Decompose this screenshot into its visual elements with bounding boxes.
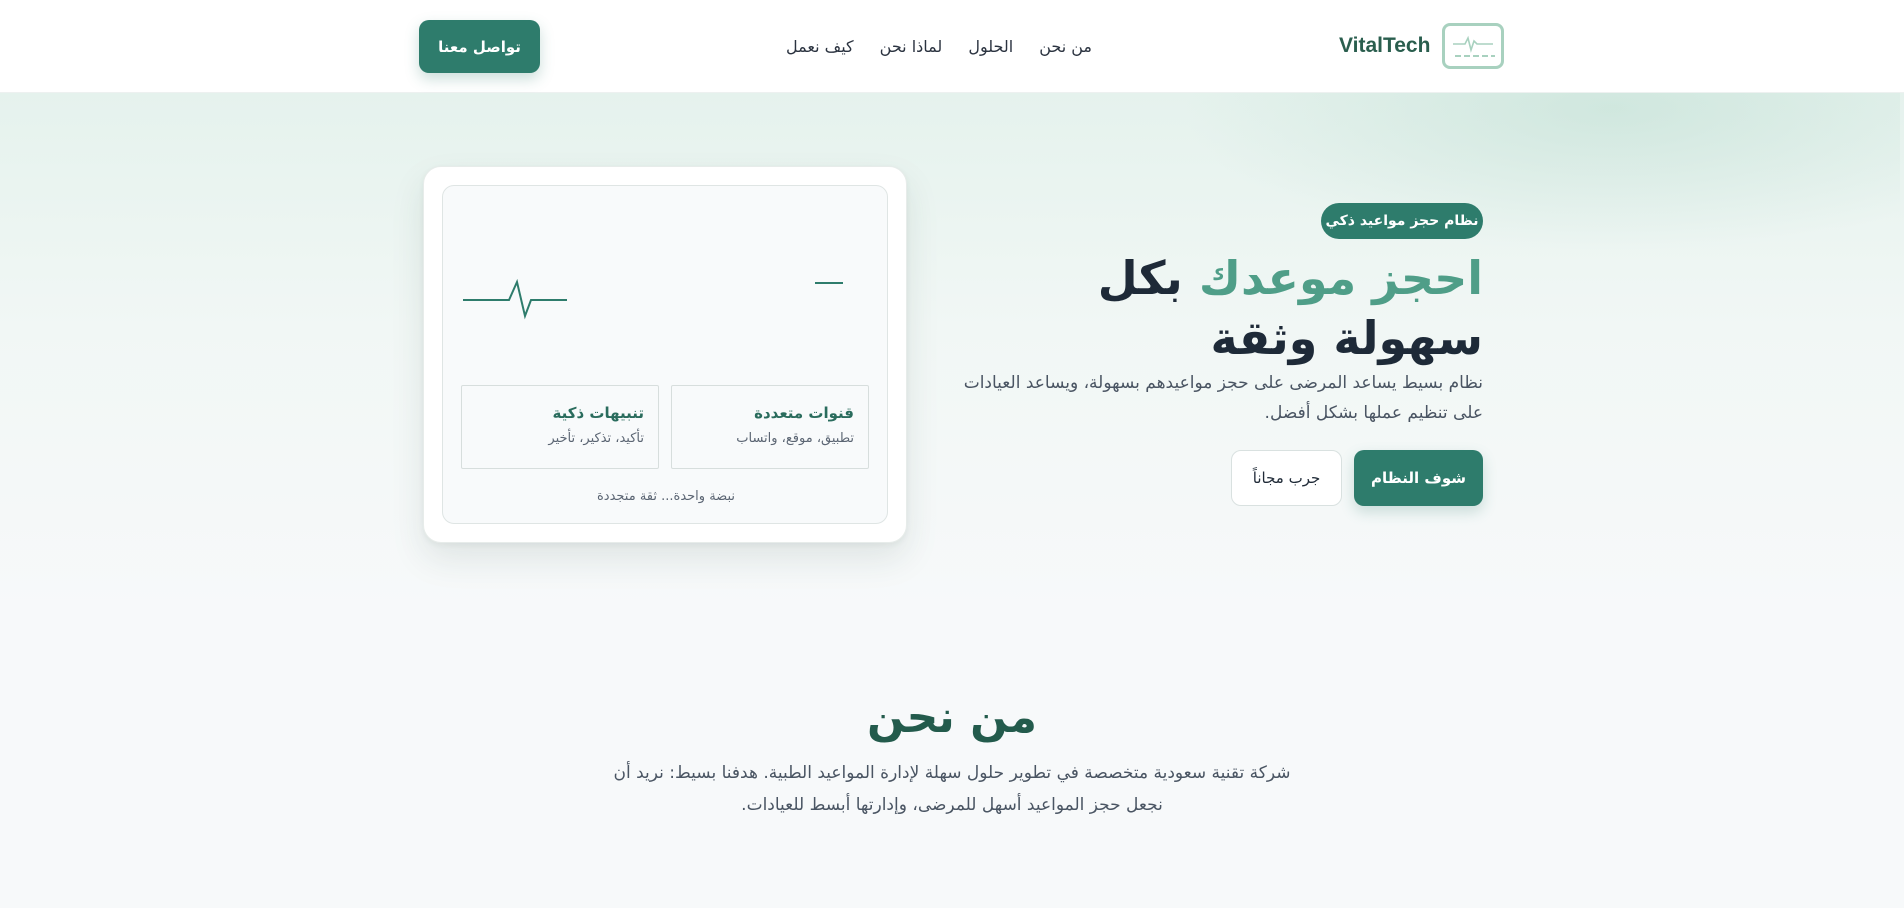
device-mockup: قنوات متعددة تطبيق، موقع، واتساب تنبيهات… (423, 166, 907, 543)
heartbeat-dash (815, 282, 843, 284)
main-nav: من نحن الحلول لماذا نحن كيف نعمل (786, 32, 1092, 60)
about-title: من نحن (867, 692, 1037, 743)
feature-subtitle: تطبيق، موقع، واتساب (736, 431, 854, 446)
brand-logo[interactable]: VitalTech (1339, 23, 1505, 69)
feature-title: تنبيهات ذكية (552, 404, 644, 422)
nav-link-how-we-work[interactable]: كيف نعمل (786, 37, 854, 56)
device-tagline: نبضة واحدة... ثقة متجددة (596, 489, 735, 504)
nav-link-solutions[interactable]: الحلول (968, 37, 1013, 56)
view-system-button[interactable]: شوف النظام (1354, 450, 1483, 506)
hero-title: احجز موعدك بكل سهولة وثقة (980, 248, 1483, 368)
device-screen: قنوات متعددة تطبيق، موقع، واتساب تنبيهات… (442, 185, 888, 524)
feature-card-alerts: تنبيهات ذكية تأكيد، تذكير، تأخير (461, 385, 659, 469)
hero-glow (1180, 93, 1900, 253)
hero-badge: نظام حجز مواعيد ذكي (1321, 203, 1483, 239)
heartbeat-line-icon (463, 278, 567, 320)
brand-name: VitalTech (1339, 34, 1431, 57)
nav-link-about[interactable]: من نحن (1039, 37, 1092, 56)
contact-button[interactable]: تواصل معنا (419, 20, 540, 73)
site-header: VitalTech من نحن الحلول لماذا نحن كيف نع… (0, 0, 1904, 93)
about-description: شركة تقنية سعودية متخصصة في تطوير حلول س… (613, 763, 1291, 815)
try-free-button[interactable]: جرب مجاناً (1231, 450, 1342, 506)
feature-title: قنوات متعددة (754, 404, 854, 422)
monitor-pulse-icon (1442, 23, 1505, 69)
hero-description: نظام بسيط يساعد المرضى على حجز مواعيدهم … (963, 373, 1483, 423)
feature-subtitle: تأكيد، تذكير، تأخير (548, 431, 644, 446)
hero-title-accent: احجز موعدك (1198, 251, 1483, 305)
feature-card-channels: قنوات متعددة تطبيق، موقع، واتساب (671, 385, 869, 469)
nav-link-why-us[interactable]: لماذا نحن (880, 37, 943, 56)
